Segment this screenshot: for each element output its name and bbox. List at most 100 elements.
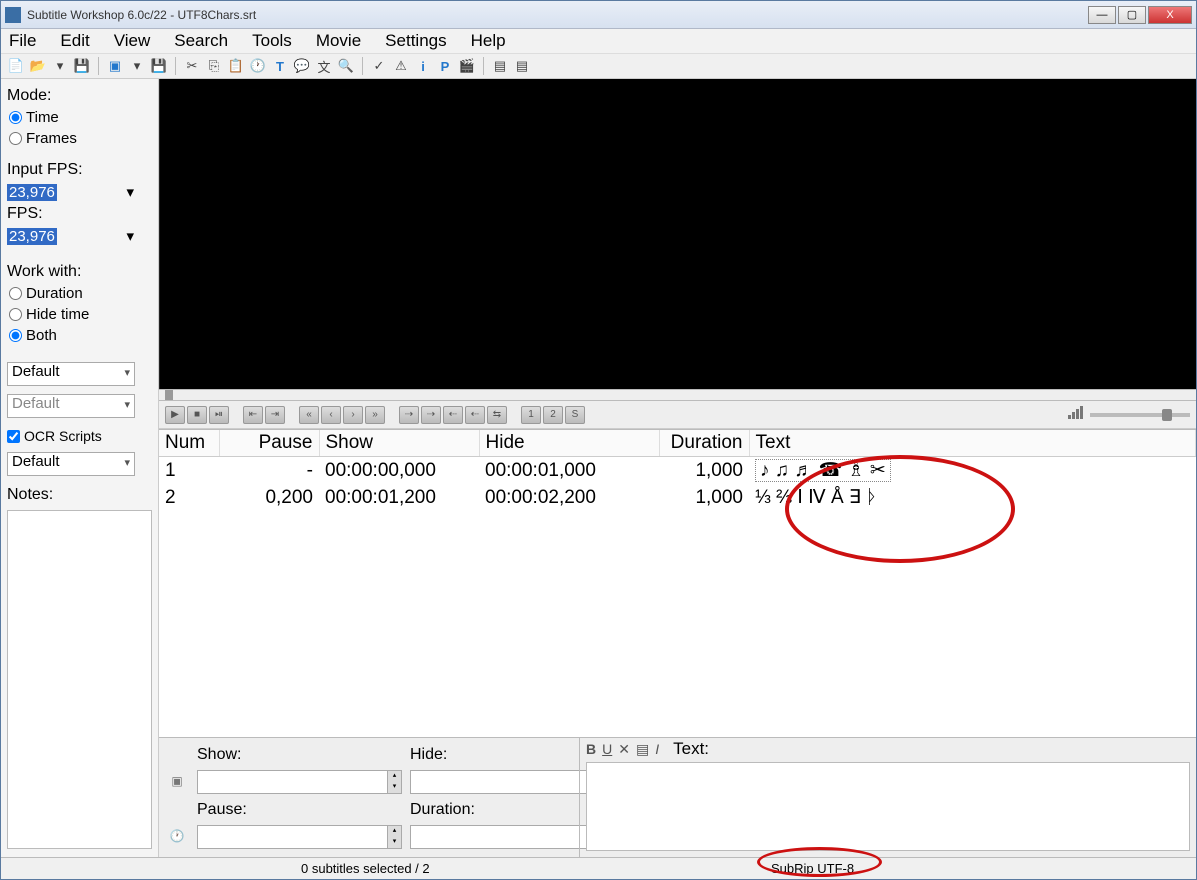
new-icon[interactable]: 📄 <box>7 57 25 75</box>
edit-panel: Show: Hide: ▣ ▴▾ ▴▾ ▣ Pause: Duration: 🕐… <box>159 737 1196 857</box>
next-button[interactable]: ⇥ <box>265 406 285 424</box>
fps-field[interactable]: 23,976 <box>7 228 57 245</box>
col-text[interactable]: Text <box>749 430 1196 457</box>
spell-icon[interactable]: ✓ <box>370 57 388 75</box>
menu-view[interactable]: View <box>114 31 151 51</box>
dropdown2-icon[interactable]: ▾ <box>128 57 146 75</box>
mode-frames-radio[interactable]: Frames <box>9 130 152 147</box>
mark2-button[interactable]: ⇢ <box>421 406 441 424</box>
pause-button[interactable]: ⏯ <box>209 406 229 424</box>
main-area: ▶ ■ ⏯ ⇤ ⇥ « ‹ › » ⇢ ⇢ ⇠ ⇠ <box>159 79 1196 857</box>
ocr-scripts-checkbox[interactable]: OCR Scripts <box>7 428 152 444</box>
back-button[interactable]: ‹ <box>321 406 341 424</box>
mode-time-radio[interactable]: Time <box>9 109 152 126</box>
notes-label: Notes: <box>7 486 152 504</box>
table-row[interactable]: 2 0,200 00:00:01,200 00:00:02,200 1,000 … <box>159 484 1196 511</box>
save-icon[interactable]: 💾 <box>73 57 91 75</box>
notes-textarea[interactable] <box>7 510 152 849</box>
italic-button[interactable]: I <box>655 741 659 757</box>
chat-icon[interactable]: 💬 <box>293 57 311 75</box>
open-icon[interactable]: 📂 <box>29 57 47 75</box>
mark1-button[interactable]: ⇢ <box>399 406 419 424</box>
sync-s-button[interactable]: S <box>565 406 585 424</box>
seek-bar[interactable] <box>159 389 1196 401</box>
ffwd-button[interactable]: » <box>365 406 385 424</box>
maximize-button[interactable]: ▢ <box>1118 6 1146 24</box>
menu-help[interactable]: Help <box>471 31 506 51</box>
play-button[interactable]: ▶ <box>165 406 185 424</box>
menubar: File Edit View Search Tools Movie Settin… <box>1 29 1196 53</box>
window-title: Subtitle Workshop 6.0c/22 - UTF8Chars.sr… <box>27 8 1088 22</box>
col-num[interactable]: Num <box>159 430 219 457</box>
minimize-button[interactable]: — <box>1088 6 1116 24</box>
jump-show-icon[interactable]: ▣ <box>169 774 185 790</box>
show-time-input[interactable]: ▴▾ <box>197 770 402 794</box>
work-duration-radio[interactable]: Duration <box>9 285 152 302</box>
menu-tools[interactable]: Tools <box>252 31 292 51</box>
bold-button[interactable]: B <box>586 741 596 757</box>
prev-button[interactable]: ⇤ <box>243 406 263 424</box>
sidebar: Mode: Time Frames Input FPS: 23,976▾ FPS… <box>1 79 159 857</box>
video-preview[interactable] <box>159 79 1196 389</box>
cut-icon[interactable]: ✂ <box>183 57 201 75</box>
menu-settings[interactable]: Settings <box>385 31 446 51</box>
pause-input[interactable]: ▴▾ <box>197 825 402 849</box>
search-icon[interactable]: 🔍 <box>337 57 355 75</box>
stop-button[interactable]: ■ <box>187 406 207 424</box>
fwd-button[interactable]: › <box>343 406 363 424</box>
fps-label: FPS: <box>7 205 152 223</box>
col-duration[interactable]: Duration <box>659 430 749 457</box>
table-row[interactable]: 1 - 00:00:00,000 00:00:01,000 1,000 ♪ ♫ … <box>159 457 1196 485</box>
dropdown-icon[interactable]: ▾ <box>51 57 69 75</box>
paste-icon[interactable]: 📋 <box>227 57 245 75</box>
rew-button[interactable]: « <box>299 406 319 424</box>
format-button[interactable]: ▤ <box>636 741 649 758</box>
close-button[interactable]: X <box>1148 6 1192 24</box>
subtitle-text-input[interactable] <box>586 762 1190 851</box>
work-hide-radio[interactable]: Hide time <box>9 306 152 323</box>
doc2-icon[interactable]: ▤ <box>513 57 531 75</box>
subtitle-grid[interactable]: Num Pause Show Hide Duration Text 1 - 00… <box>159 429 1196 737</box>
col-hide[interactable]: Hide <box>479 430 659 457</box>
warn-icon[interactable]: ⚠ <box>392 57 410 75</box>
charset-dropdown[interactable]: Default <box>7 362 135 386</box>
p-icon[interactable]: P <box>436 57 454 75</box>
clock1-icon[interactable]: 🕐 <box>169 829 185 845</box>
time-icon[interactable]: 🕐 <box>249 57 267 75</box>
volume-slider[interactable] <box>1090 413 1190 417</box>
subtitle-text-cell: ♪ ♫ ♬ ☎ ♗ ✂ <box>755 459 891 482</box>
show-label: Show: <box>197 746 402 764</box>
menu-edit[interactable]: Edit <box>60 31 89 51</box>
col-pause[interactable]: Pause <box>219 430 319 457</box>
file2-icon[interactable]: ▣ <box>106 57 124 75</box>
sync1-button[interactable]: 1 <box>521 406 541 424</box>
text-icon[interactable]: T <box>271 57 289 75</box>
work-both-radio[interactable]: Both <box>9 327 152 344</box>
film-icon[interactable]: 🎬 <box>458 57 476 75</box>
copy-icon[interactable]: ⎘ <box>205 57 223 75</box>
ocr-dropdown[interactable]: Default <box>7 452 135 476</box>
underline-button[interactable]: U <box>602 741 612 757</box>
translate-icon[interactable]: 文 <box>315 57 333 75</box>
charset2-dropdown[interactable]: Default <box>7 394 135 418</box>
app-icon <box>5 7 21 23</box>
col-show[interactable]: Show <box>319 430 479 457</box>
input-fps-field[interactable]: 23,976 <box>7 184 57 201</box>
text-label: Text: <box>673 739 709 759</box>
doc1-icon[interactable]: ▤ <box>491 57 509 75</box>
mark4-button[interactable]: ⇠ <box>465 406 485 424</box>
mark3-button[interactable]: ⇠ <box>443 406 463 424</box>
playback-toolbar: ▶ ■ ⏯ ⇤ ⇥ « ‹ › » ⇢ ⇢ ⇠ ⇠ <box>159 401 1196 429</box>
status-format: SubRip UTF-8 <box>771 861 854 876</box>
status-bar: 0 subtitles selected / 2 SubRip UTF-8 <box>1 857 1196 879</box>
menu-movie[interactable]: Movie <box>316 31 361 51</box>
input-fps-label: Input FPS: <box>7 161 152 179</box>
save2-icon[interactable]: 💾 <box>150 57 168 75</box>
menu-file[interactable]: File <box>9 31 36 51</box>
mark5-button[interactable]: ⇆ <box>487 406 507 424</box>
pause-label: Pause: <box>197 801 402 819</box>
info-icon[interactable]: i <box>414 57 432 75</box>
menu-search[interactable]: Search <box>174 31 228 51</box>
sync2-button[interactable]: 2 <box>543 406 563 424</box>
clear-format-button[interactable]: ✕ <box>618 741 630 758</box>
